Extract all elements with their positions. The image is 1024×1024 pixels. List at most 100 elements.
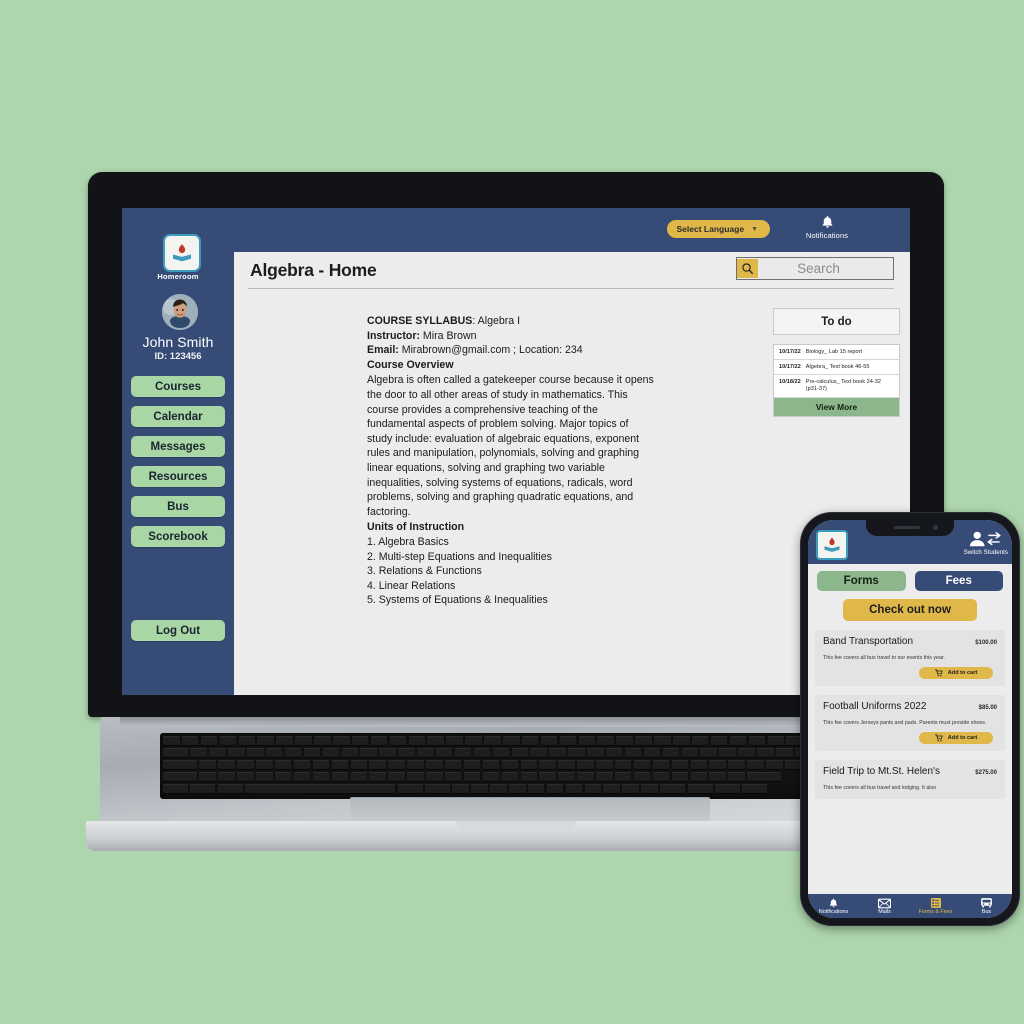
fee-name: Field Trip to Mt.St. Helen's [823,766,940,777]
overview-line: rules and manipulation, polynomials, sol… [367,447,640,460]
add-to-cart-button[interactable]: Add to cart [919,667,993,679]
bell-icon [829,898,838,908]
sidebar-item-messages[interactable]: Messages [131,436,225,457]
earpiece-speaker [894,526,920,529]
add-to-cart-button[interactable]: Add to cart [919,732,993,744]
unit-item: 1. Algebra Basics [367,535,449,548]
phone-nav-mails[interactable]: Mails [859,898,910,915]
keyboard [160,733,900,799]
keyboard-row [163,783,900,793]
instructor-line: Instructor: Mira Brown [367,329,682,344]
phone-nav-label: Mails [878,908,891,915]
scene: Select Language ▼ Notifications Homeroom… [0,0,1024,1024]
sidebar-item-courses[interactable]: Courses [131,376,225,397]
cart-icon [934,669,943,677]
syllabus-value: : Algebra I [472,315,521,327]
view-more-button[interactable]: View More [774,397,899,416]
forms-fees-icon [930,898,941,908]
todo-row[interactable]: 10/17/22 Algebra_ Text book 46-55 [774,360,899,376]
fee-description: This fee covers all bus travel to our ev… [823,655,945,661]
fee-description: This fee covers Jerseys pants and pads. … [823,720,987,726]
switch-students-button[interactable]: Switch Students [964,530,1008,556]
fee-price: $275.00 [975,770,997,776]
fee-card-header: Band Transportation $100.00 [823,636,997,648]
laptop-front-notch [456,821,576,830]
phone-nav-notifications[interactable]: Notifications [808,897,859,915]
app-sidebar: Homeroom John Smith ID: 123456 Courses C… [122,208,234,695]
fee-card: Field Trip to Mt.St. Helen's $275.00 Thi… [815,760,1005,799]
trackpad[interactable] [350,797,710,824]
todo-list: 10/17/22 Biology_ Lab 15 report 10/17/22… [773,344,900,417]
student-avatar-icon [162,294,198,330]
phone-tabs: Forms Fees [808,564,1012,591]
todo-text: Algebra_ Text book 46-55 [805,363,870,370]
syllabus-label: COURSE SYLLABUS [367,315,473,327]
phone-nav-label: Bus [981,909,992,915]
sidebar-item-bus[interactable]: Bus [131,496,225,517]
overview-line: course provides a comprehensive teaching… [367,403,598,416]
todo-date: 10/18/22 [779,378,801,385]
course-overview-heading-text: Course Overview [367,358,454,371]
check-out-now-button[interactable]: Check out now [843,599,977,621]
unit-item: 5. Systems of Equations & Inequalities [367,594,548,607]
student-id: ID: 123456 [154,351,202,362]
todo-row[interactable]: 10/18/22 Pre-calculus_ Text book 24-32 (… [774,375,899,398]
syllabus-panel: COURSE SYLLABUS: Algebra I Instructor: M… [367,314,682,608]
fee-card-header: Field Trip to Mt.St. Helen's $275.00 [823,766,997,778]
envelope-icon [878,898,891,908]
switch-user-icon [969,531,1001,547]
phone-notch [866,520,954,536]
logout-button[interactable]: Log Out [131,620,225,641]
todo-panel: To do 10/17/22 Biology_ Lab 15 report 10… [773,308,900,417]
avatar[interactable] [162,294,198,330]
phone-nav-forms-fees[interactable]: Forms & Fees [910,897,961,915]
bus-icon [981,898,992,908]
logo-caption: Homeroom [157,272,199,281]
sidebar-item-calendar[interactable]: Calendar [131,406,225,427]
phone-nav-bus[interactable]: Bus [961,897,1012,915]
app-topbar: Select Language ▼ Notifications [122,208,910,252]
fee-name: Football Uniforms 2022 [823,701,927,712]
laptop-screen: Select Language ▼ Notifications Homeroom… [122,208,910,695]
sidebar-item-resources[interactable]: Resources [131,466,225,487]
todo-text: Pre-calculus_ Text book 24-32 (p31-37) [805,378,881,393]
fee-price: $85.00 [978,705,997,711]
notifications-label: Notifications [805,231,849,240]
todo-text: Biology_ Lab 15 report [805,348,863,355]
book-flame-logo[interactable] [163,234,201,272]
book-flame-logo[interactable] [816,530,848,560]
add-to-cart-label: Add to cart [947,735,978,741]
book-flame-icon [173,244,191,262]
phone-body: Forms Fees Check out now Band Transporta… [808,564,1012,894]
tab-forms[interactable]: Forms [817,571,906,591]
student-name: John Smith [142,334,214,350]
book-flame-icon [824,537,840,552]
chevron-down-icon: ▼ [751,225,758,233]
search-placeholder: Search [797,261,840,276]
search-icon [737,259,758,278]
instructor-value: Mira Brown [419,329,477,342]
overview-line: fundamental aspects of problem solving. … [367,418,629,431]
sidebar-item-scorebook[interactable]: Scorebook [131,526,225,547]
page-title: Algebra - Home [250,260,377,280]
todo-date: 10/17/22 [779,363,801,370]
course-overview-body: Algebra is often called a gatekeeper cou… [367,373,682,519]
cart-icon [934,734,943,742]
tab-fees[interactable]: Fees [914,571,1003,591]
select-language-button[interactable]: Select Language ▼ [666,220,770,238]
unit-item: 4. Linear Relations [367,579,456,592]
overview-line: inequalities, solving systems of equatio… [367,476,633,489]
notifications-button[interactable]: Notifications [792,214,862,240]
unit-item: 2. Multi-step Equations and Inequalities [367,550,552,563]
instructor-label: Instructor: [367,329,420,342]
phone-bottom-nav: Notifications Mails Forms & Fees Bus [808,894,1012,918]
fee-card: Band Transportation $100.00 This fee cov… [815,630,1005,686]
syllabus-course-line: COURSE SYLLABUS: Algebra I [367,314,682,329]
email-line: Email: Mirabrown@gmail.com ; Location: 2… [367,343,682,358]
keyboard-row [163,759,900,769]
search-input[interactable]: Search [736,257,894,280]
keyboard-row [163,771,900,781]
overview-line: factoring. [367,505,411,518]
todo-row[interactable]: 10/17/22 Biology_ Lab 15 report [774,345,899,361]
front-camera-icon [933,525,938,530]
